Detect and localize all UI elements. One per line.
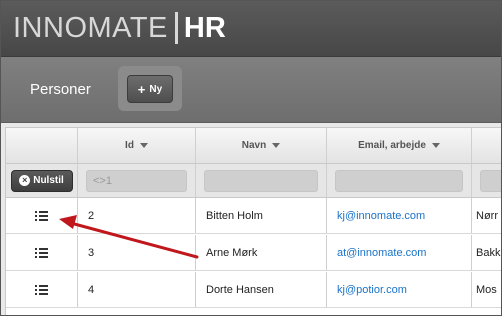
page-title: Personer [30,81,91,98]
header-actions [6,128,78,163]
filter-cell-email [327,164,472,197]
column-header-label: Navn [241,140,267,151]
column-header-id[interactable]: Id [78,128,196,163]
reset-filters-button[interactable]: × Nulstil [10,169,73,192]
page-toolbar: Personer + Ny [1,57,501,123]
name-cell: Bitten Holm [196,198,327,233]
row-details-cell [6,235,78,270]
filter-cell-truncated [472,164,501,197]
app-logo[interactable]: INNOMATE HR [13,10,226,46]
app-window: INNOMATE HR Personer + Ny Id Navn Email,… [0,0,502,316]
filter-row: × Nulstil [6,164,501,198]
filter-input-id[interactable] [86,169,187,192]
row-details-cell [6,198,78,233]
new-button[interactable]: + Ny [127,75,173,103]
email-cell: kj@innomate.com [327,198,472,233]
id-cell: 2 [78,198,196,233]
app-header: INNOMATE HR [1,1,501,57]
sort-down-icon[interactable] [272,143,281,148]
details-list-icon[interactable] [35,247,48,258]
email-cell: at@innomate.com [327,235,472,270]
column-header-name[interactable]: Navn [196,128,327,163]
plus-icon: + [137,81,146,97]
filter-cell-id [78,164,196,197]
new-button-label: Ny [149,83,163,95]
filter-cell-name [196,164,327,197]
id-cell: 4 [78,272,196,307]
logo-text: INNOMATE [13,11,168,44]
filter-input-name[interactable] [204,169,318,192]
table-row[interactable]: 2 Bitten Holm kj@innomate.com Nørr [6,198,501,234]
row-details-cell [6,272,78,307]
column-header-truncated[interactable] [472,128,501,163]
sort-down-icon[interactable] [139,143,148,148]
logo-suffix: HR [183,11,226,44]
new-button-container: + Ny [118,66,182,111]
sort-down-icon[interactable] [431,143,440,148]
name-cell: Arne Mørk [196,235,327,270]
details-list-icon[interactable] [35,210,48,221]
email-link[interactable]: at@innomate.com [337,247,426,259]
filter-input-email[interactable] [335,169,463,192]
column-header-label: Email, arbejde [358,140,426,151]
reset-button-label: Nulstil [33,175,64,186]
extra-cell: Mos [476,283,497,296]
logo-divider [174,12,178,44]
filter-actions: × Nulstil [6,164,78,197]
email-link[interactable]: kj@innomate.com [337,210,425,222]
table-row[interactable]: 4 Dorte Hansen kj@potior.com Mos [6,272,501,308]
name-cell: Dorte Hansen [196,272,327,307]
extra-cell: Nørr [476,209,498,222]
table-header-row: Id Navn Email, arbejde [6,128,501,164]
grid-area: Id Navn Email, arbejde × Nulstil <>1 2 B… [1,123,501,315]
persons-table: Id Navn Email, arbejde × Nulstil <>1 2 B… [5,127,501,315]
table-row[interactable]: 3 Arne Mørk at@innomate.com Bakk [6,235,501,271]
column-header-email[interactable]: Email, arbejde [327,128,472,163]
extra-cell: Bakk [476,246,501,259]
filter-input-extra[interactable] [480,169,501,192]
column-header-label: Id [125,140,134,151]
email-link[interactable]: kj@potior.com [337,284,407,296]
close-circle-icon: × [19,175,31,186]
details-list-icon[interactable] [35,284,48,295]
id-cell: 3 [78,235,196,270]
email-cell: kj@potior.com [327,272,472,307]
